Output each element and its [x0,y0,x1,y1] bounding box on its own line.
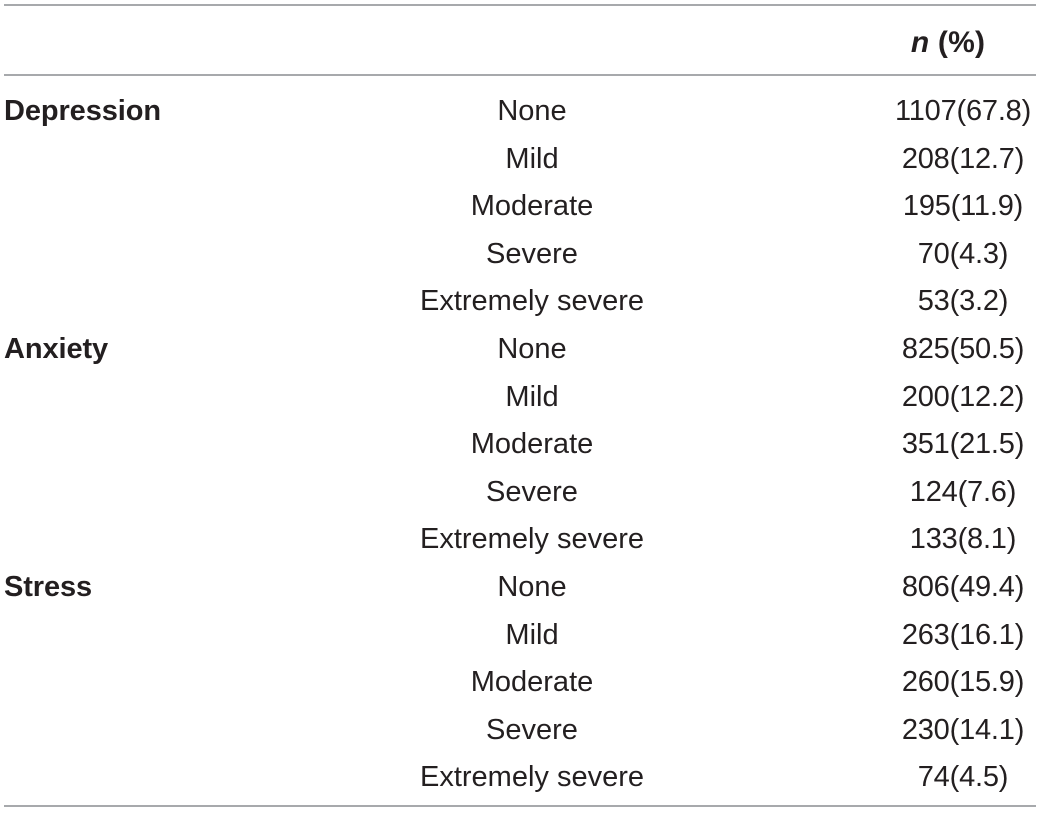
row-group-label: Stress [4,570,93,603]
header-n-symbol: n [910,26,930,59]
row-category-label: Extremely severe [419,523,644,556]
table-row: Extremely severe 133(8.1) [0,516,1040,564]
row-category-label: None [497,332,567,365]
table-row: Severe 230(14.1) [0,707,1040,755]
row-group-label [4,421,404,469]
table-row: Extremely severe 74(4.5) [0,754,1040,802]
row-category-label: Moderate [470,666,594,699]
row-count-percent-value: 200(12.2) [901,380,1025,413]
table-body: Depression None 1107(67.8) Mild 208(12.7) Mod… [0,88,1040,802]
row-group-label [4,707,404,755]
table-header-row: n (%) [0,18,1040,68]
row-count-percent-value: 806(49.4) [901,570,1025,603]
row-count-percent-value: 53(3.2) [917,285,1009,318]
row-count-percent-value: 133(8.1) [909,523,1017,556]
row-count-percent-value: 825(50.5) [901,332,1025,365]
table-row: Mild 200(12.2) [0,374,1040,422]
row-group-label [4,754,404,802]
row-group-label [4,183,404,231]
row-group-label [4,469,404,517]
header-percent-suffix: (%) [929,26,986,59]
statistics-table: n (%) Depression None 1107(67.8) Mild 208(12… [0,0,1040,816]
row-count-percent-value: 124(7.6) [909,475,1017,508]
table-row: Moderate 260(15.9) [0,659,1040,707]
table-row: Severe 124(7.6) [0,469,1040,517]
row-category-label: Severe [486,475,578,508]
table-row: Mild 263(16.1) [0,612,1040,660]
row-category-label: Mild [505,142,559,175]
table-row: Depression None 1107(67.8) [0,88,1040,136]
row-group-label [4,136,404,184]
row-count-percent-value: 351(21.5) [901,428,1025,461]
row-group-label: Depression [4,95,161,127]
table-header-rule [4,74,1036,76]
table-row: Extremely severe 53(3.2) [0,278,1040,326]
header-cell-count-percent: n (%) [860,18,1036,68]
table-row: Moderate 351(21.5) [0,421,1040,469]
row-count-percent-value: 260(15.9) [901,666,1025,699]
table-bottom-rule [4,805,1036,807]
table-row: Stress None 806(49.4) [0,564,1040,612]
row-group-label [4,374,404,422]
row-count-percent-value: 263(16.1) [901,618,1025,651]
table-row: Severe 70(4.3) [0,231,1040,279]
header-cell-group [4,18,404,68]
row-count-percent-value: 208(12.7) [901,142,1025,175]
row-count-percent-value: 230(14.1) [901,713,1025,746]
row-category-label: Extremely severe [419,761,644,794]
table-row: Moderate 195(11.9) [0,183,1040,231]
row-group-label [4,612,404,660]
row-category-label: Severe [486,713,578,746]
row-count-percent-value: 70(4.3) [917,237,1009,270]
row-group-label: Anxiety [4,332,109,365]
row-category-label: Extremely severe [419,285,644,318]
table-top-rule [4,4,1036,6]
table-row: Mild 208(12.7) [0,136,1040,184]
row-category-label: Moderate [470,428,594,461]
row-count-percent-value: 1107(67.8) [894,95,1032,127]
row-category-label: Mild [505,380,559,413]
row-group-label [4,231,404,279]
row-count-percent-value: 74(4.5) [917,761,1009,794]
row-category-label: None [497,95,567,127]
row-category-label: Severe [486,237,578,270]
row-category-label: Mild [505,618,559,651]
row-count-percent-value: 195(11.9) [902,190,1024,223]
row-group-label [4,659,404,707]
row-group-label [4,278,404,326]
row-group-label [4,516,404,564]
row-category-label: None [497,570,567,603]
row-category-label: Moderate [470,190,594,223]
table-row: Anxiety None 825(50.5) [0,326,1040,374]
header-cell-category [404,18,660,68]
